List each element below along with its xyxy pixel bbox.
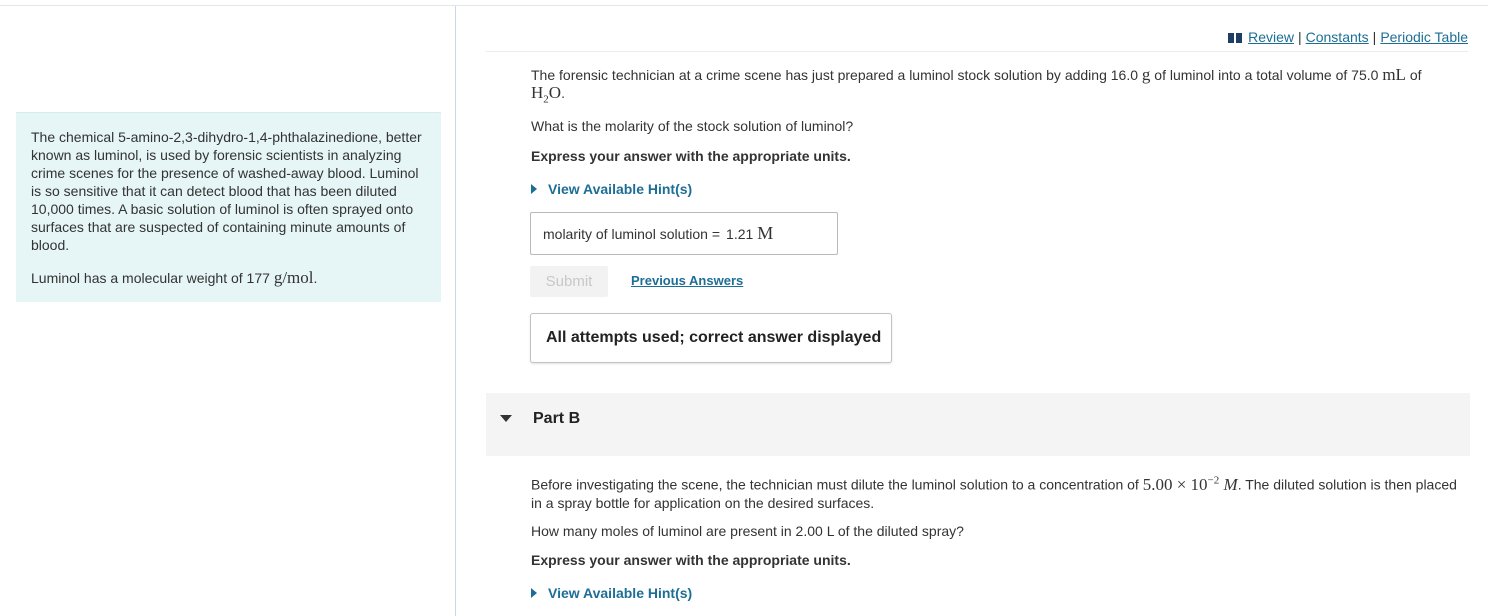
answer-unit: M — [757, 223, 774, 243]
answer-value: 1.21 — [726, 225, 754, 242]
book-icon — [1228, 33, 1243, 43]
part-b-title: Part B — [533, 410, 581, 427]
submit-button[interactable]: Submit — [530, 266, 608, 297]
part-a-question: What is the molarity of the stock soluti… — [531, 118, 854, 134]
intro-paragraph: The chemical 5-amino-2,3-dihydro-1,4-pht… — [31, 129, 422, 253]
part-a-answer-field[interactable]: molarity of luminol solution = 1.21 M — [530, 212, 838, 255]
header-rule — [486, 51, 1468, 52]
part-a-hint-toggle[interactable]: View Available Hint(s) — [531, 181, 692, 197]
part-a-statement: The forensic technician at a crime scene… — [531, 65, 1422, 106]
resource-links: Review | Constants | Periodic Table — [1228, 29, 1468, 45]
part-b-question: How many moles of luminol are present in… — [531, 523, 964, 539]
caret-down-icon — [500, 415, 512, 422]
pane-divider — [455, 6, 456, 616]
water-formula: H2O — [531, 83, 562, 106]
caret-right-icon — [531, 184, 537, 194]
previous-answers-link[interactable]: Previous Answers — [631, 273, 743, 288]
part-a-instructions: Express your answer with the appropriate… — [531, 148, 851, 164]
part-b-header[interactable]: Part B — [486, 393, 1470, 456]
feedback-box: All attempts used; correct answer displa… — [530, 313, 892, 363]
constants-link[interactable]: Constants — [1306, 29, 1369, 45]
part-b-instructions: Express your answer with the appropriate… — [531, 552, 851, 568]
part-b-statement: Before investigating the scene, the tech… — [531, 474, 1457, 511]
intro-molecular-weight: Luminol has a molecular weight of 177 g/… — [31, 268, 318, 287]
caret-right-icon — [531, 588, 537, 598]
problem-intro-panel: The chemical 5-amino-2,3-dihydro-1,4-pht… — [16, 112, 441, 302]
answer-label: molarity of luminol solution = — [543, 225, 721, 242]
part-b-hint-toggle[interactable]: View Available Hint(s) — [531, 585, 692, 601]
periodic-table-link[interactable]: Periodic Table — [1380, 29, 1468, 45]
concentration: 5.00 × 10−2 M — [1142, 474, 1238, 494]
review-link[interactable]: Review — [1248, 29, 1294, 45]
top-border — [0, 5, 1488, 6]
mw-unit: g/mol — [273, 268, 314, 287]
